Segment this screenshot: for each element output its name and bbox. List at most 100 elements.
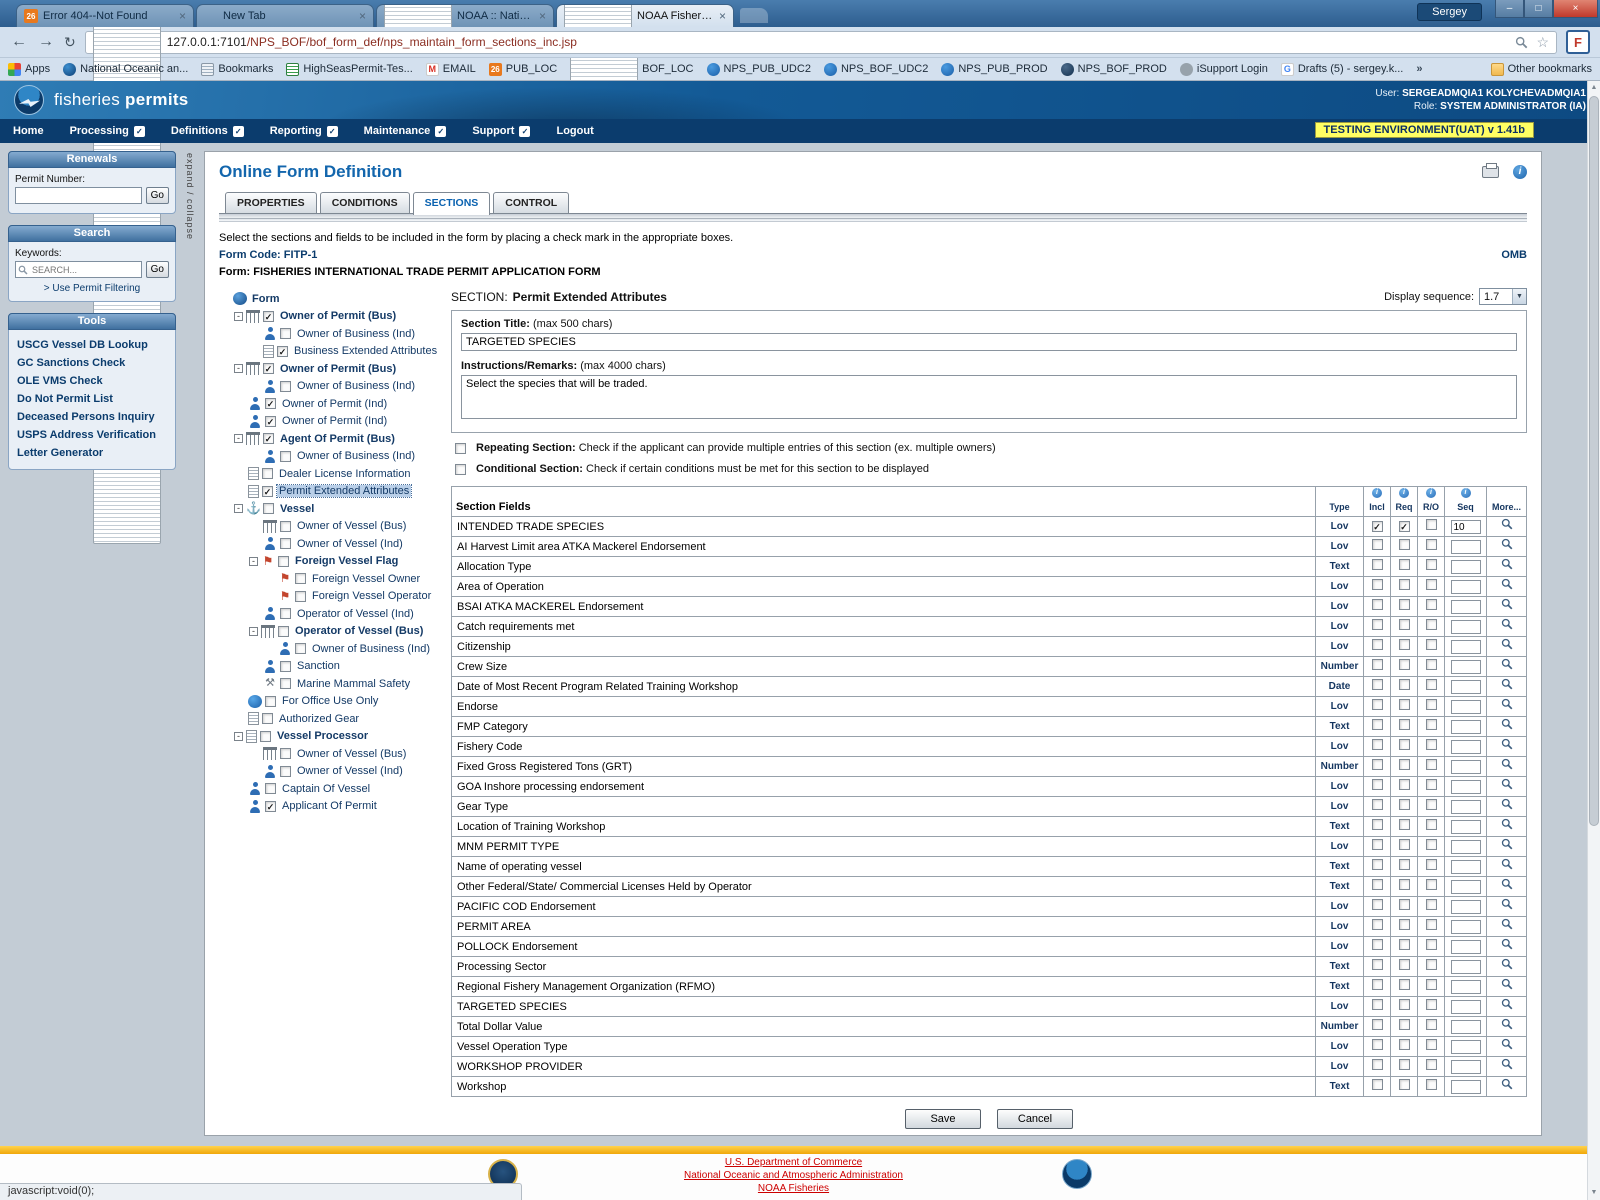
readonly-checkbox[interactable]	[1426, 579, 1437, 590]
bookmark-item[interactable]: National Oceanic an...	[63, 63, 188, 76]
tree-item[interactable]: ⚑Foreign Vessel Operator	[219, 588, 451, 606]
tree-checkbox[interactable]	[263, 363, 274, 374]
print-icon[interactable]	[1482, 166, 1499, 178]
tree-checkbox[interactable]	[280, 328, 291, 339]
tree-item[interactable]: -Vessel Processor	[219, 728, 451, 746]
tree-item[interactable]: Form	[219, 290, 451, 308]
req-checkbox[interactable]	[1399, 1019, 1410, 1030]
tree-checkbox[interactable]	[280, 678, 291, 689]
readonly-checkbox[interactable]	[1426, 979, 1437, 990]
browser-tab[interactable]: NOAA :: National Marine |×	[376, 4, 554, 27]
seq-input[interactable]	[1451, 980, 1481, 994]
bookmark-item[interactable]: HighSeasPermit-Tes...	[286, 63, 412, 76]
permit-number-input[interactable]	[15, 187, 142, 204]
tree-item[interactable]: Owner of Vessel (Ind)	[219, 763, 451, 781]
info-icon[interactable]: i	[1513, 165, 1527, 179]
tree-item[interactable]: Owner of Permit (Ind)	[219, 395, 451, 413]
readonly-checkbox[interactable]	[1426, 679, 1437, 690]
tree-checkbox[interactable]	[278, 626, 289, 637]
seq-input[interactable]	[1451, 680, 1481, 694]
magnifier-icon[interactable]	[1501, 518, 1513, 530]
bookmark-item[interactable]: NPS_BOF_PROD	[1061, 63, 1167, 76]
tree-expander-icon[interactable]: -	[234, 504, 243, 513]
readonly-checkbox[interactable]	[1426, 539, 1437, 550]
magnifier-icon[interactable]	[1501, 1058, 1513, 1070]
readonly-checkbox[interactable]	[1426, 759, 1437, 770]
incl-checkbox[interactable]	[1372, 679, 1383, 690]
req-checkbox[interactable]	[1399, 619, 1410, 630]
tree-expander-icon[interactable]: -	[234, 434, 243, 443]
incl-checkbox[interactable]	[1372, 859, 1383, 870]
page-scrollbar[interactable]: ▲ ▼	[1587, 81, 1600, 1200]
incl-checkbox[interactable]	[1372, 599, 1383, 610]
tab-sections[interactable]: SECTIONS	[413, 192, 491, 215]
tool-link[interactable]: Do Not Permit List	[9, 390, 175, 408]
tree-item[interactable]: -⚑Foreign Vessel Flag	[219, 553, 451, 571]
tree-item[interactable]: Business Extended Attributes	[219, 343, 451, 361]
seq-input[interactable]	[1451, 800, 1481, 814]
tree-item[interactable]: ⚑Foreign Vessel Owner	[219, 570, 451, 588]
tree-checkbox[interactable]	[278, 556, 289, 567]
incl-checkbox[interactable]	[1372, 839, 1383, 850]
readonly-checkbox[interactable]	[1426, 1019, 1437, 1030]
magnifier-icon[interactable]	[1501, 898, 1513, 910]
save-button[interactable]: Save	[905, 1109, 981, 1129]
nav-item-processing[interactable]: Processing✓	[57, 119, 158, 143]
sidebar-collapse-strip[interactable]: expand / collapse	[182, 151, 198, 1136]
readonly-checkbox[interactable]	[1426, 919, 1437, 930]
req-checkbox[interactable]	[1399, 1079, 1410, 1090]
tree-checkbox[interactable]	[280, 451, 291, 462]
tree-checkbox[interactable]	[280, 608, 291, 619]
tab-close-icon[interactable]: ×	[179, 10, 186, 22]
bookmark-item[interactable]: NPS_BOF_UDC2	[824, 63, 928, 76]
tree-checkbox[interactable]	[260, 731, 271, 742]
nav-item-maintenance[interactable]: Maintenance✓	[351, 119, 460, 143]
instructions-textarea[interactable]: Select the species that will be traded.	[461, 375, 1517, 419]
readonly-checkbox[interactable]	[1426, 659, 1437, 670]
tree-checkbox[interactable]	[280, 748, 291, 759]
tree-item[interactable]: Dealer License Information	[219, 465, 451, 483]
bookmark-star-icon[interactable]: ☆	[1536, 34, 1549, 51]
nav-item-reporting[interactable]: Reporting✓	[257, 119, 351, 143]
tree-item[interactable]: Sanction	[219, 658, 451, 676]
magnifier-icon[interactable]	[1501, 538, 1513, 550]
incl-checkbox[interactable]	[1372, 539, 1383, 550]
tree-expander-icon[interactable]: -	[249, 557, 258, 566]
tree-checkbox[interactable]	[280, 381, 291, 392]
tree-item[interactable]: -Owner of Permit (Bus)	[219, 360, 451, 378]
incl-checkbox[interactable]	[1372, 979, 1383, 990]
bookmark-item[interactable]: GDrafts (5) - sergey.k...	[1281, 63, 1404, 76]
magnifier-icon[interactable]	[1501, 1018, 1513, 1030]
readonly-checkbox[interactable]	[1426, 719, 1437, 730]
readonly-checkbox[interactable]	[1426, 1059, 1437, 1070]
incl-checkbox[interactable]	[1372, 819, 1383, 830]
incl-checkbox[interactable]	[1372, 959, 1383, 970]
scroll-up-arrow[interactable]: ▲	[1588, 81, 1600, 95]
new-tab-button[interactable]	[740, 8, 768, 23]
seq-input[interactable]	[1451, 780, 1481, 794]
seq-input[interactable]	[1451, 700, 1481, 714]
search-input[interactable]	[30, 264, 139, 276]
req-checkbox[interactable]	[1399, 659, 1410, 670]
req-checkbox[interactable]	[1399, 1059, 1410, 1070]
zoom-icon[interactable]	[1515, 36, 1528, 49]
incl-checkbox[interactable]	[1372, 779, 1383, 790]
conditional-checkbox[interactable]	[455, 464, 466, 475]
seq-input[interactable]	[1451, 720, 1481, 734]
tree-checkbox[interactable]	[265, 783, 276, 794]
incl-checkbox[interactable]	[1372, 879, 1383, 890]
scrollbar-thumb[interactable]	[1589, 96, 1599, 826]
tab-properties[interactable]: PROPERTIES	[225, 192, 317, 213]
seq-input[interactable]	[1451, 640, 1481, 654]
footer-link[interactable]: U.S. Department of Commerce	[0, 1156, 1587, 1169]
magnifier-icon[interactable]	[1501, 958, 1513, 970]
magnifier-icon[interactable]	[1501, 798, 1513, 810]
readonly-checkbox[interactable]	[1426, 1039, 1437, 1050]
incl-checkbox[interactable]	[1372, 719, 1383, 730]
magnifier-icon[interactable]	[1501, 678, 1513, 690]
back-button[interactable]: ←	[10, 33, 28, 51]
magnifier-icon[interactable]	[1501, 978, 1513, 990]
req-checkbox[interactable]	[1399, 819, 1410, 830]
incl-checkbox[interactable]	[1372, 639, 1383, 650]
req-checkbox[interactable]	[1399, 1039, 1410, 1050]
